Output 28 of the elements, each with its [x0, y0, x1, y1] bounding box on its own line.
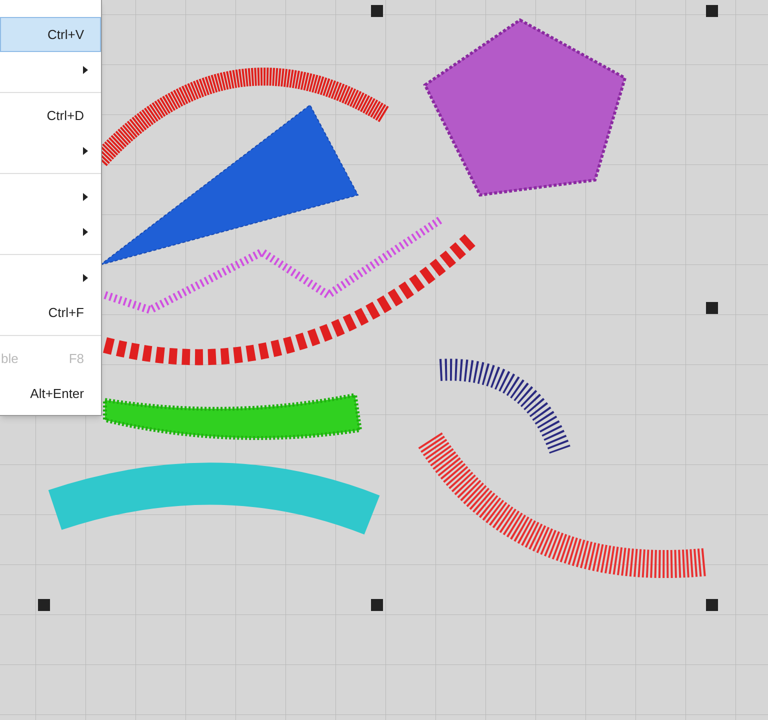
- shortcut-label: F8: [68, 350, 85, 368]
- selection-handle[interactable]: [706, 599, 718, 611]
- menu-item[interactable]: Ctrl+F: [0, 295, 101, 330]
- fringe-stitch[interactable]: [103, 393, 362, 440]
- selection-handle[interactable]: [706, 302, 718, 314]
- menu-item[interactable]: Ctrl+V: [0, 17, 101, 52]
- selection-handle[interactable]: [371, 599, 383, 611]
- submenu-arrow-icon: [83, 228, 88, 236]
- shortcut-label: Ctrl+D: [46, 106, 85, 125]
- submenu-arrow-icon: [83, 192, 88, 200]
- pentagon-stitch[interactable]: [423, 18, 627, 197]
- zigzag-stitch[interactable]: [104, 216, 442, 314]
- menu-item[interactable]: Alt+Enter: [0, 376, 101, 411]
- submenu-arrow-icon: [83, 146, 88, 154]
- shortcut-label: Alt+Enter: [30, 384, 85, 403]
- selection-handle[interactable]: [706, 5, 718, 17]
- selection-handle[interactable]: [38, 599, 50, 611]
- band-stitch[interactable]: [48, 462, 380, 535]
- small-arc-stitch[interactable]: [440, 358, 570, 454]
- fan-stitch[interactable]: [100, 104, 359, 266]
- menu-item-label: ble: [1, 350, 18, 368]
- selection-handle[interactable]: [371, 5, 383, 17]
- shortcut-label: Ctrl+F: [48, 304, 85, 322]
- submenu-arrow-icon: [83, 66, 88, 74]
- shortcut-label: Ctrl+V: [48, 26, 85, 44]
- checker-stitch[interactable]: [103, 234, 476, 366]
- menu-item[interactable]: Ctrl+D: [0, 98, 101, 133]
- submenu-arrow-icon: [83, 274, 88, 282]
